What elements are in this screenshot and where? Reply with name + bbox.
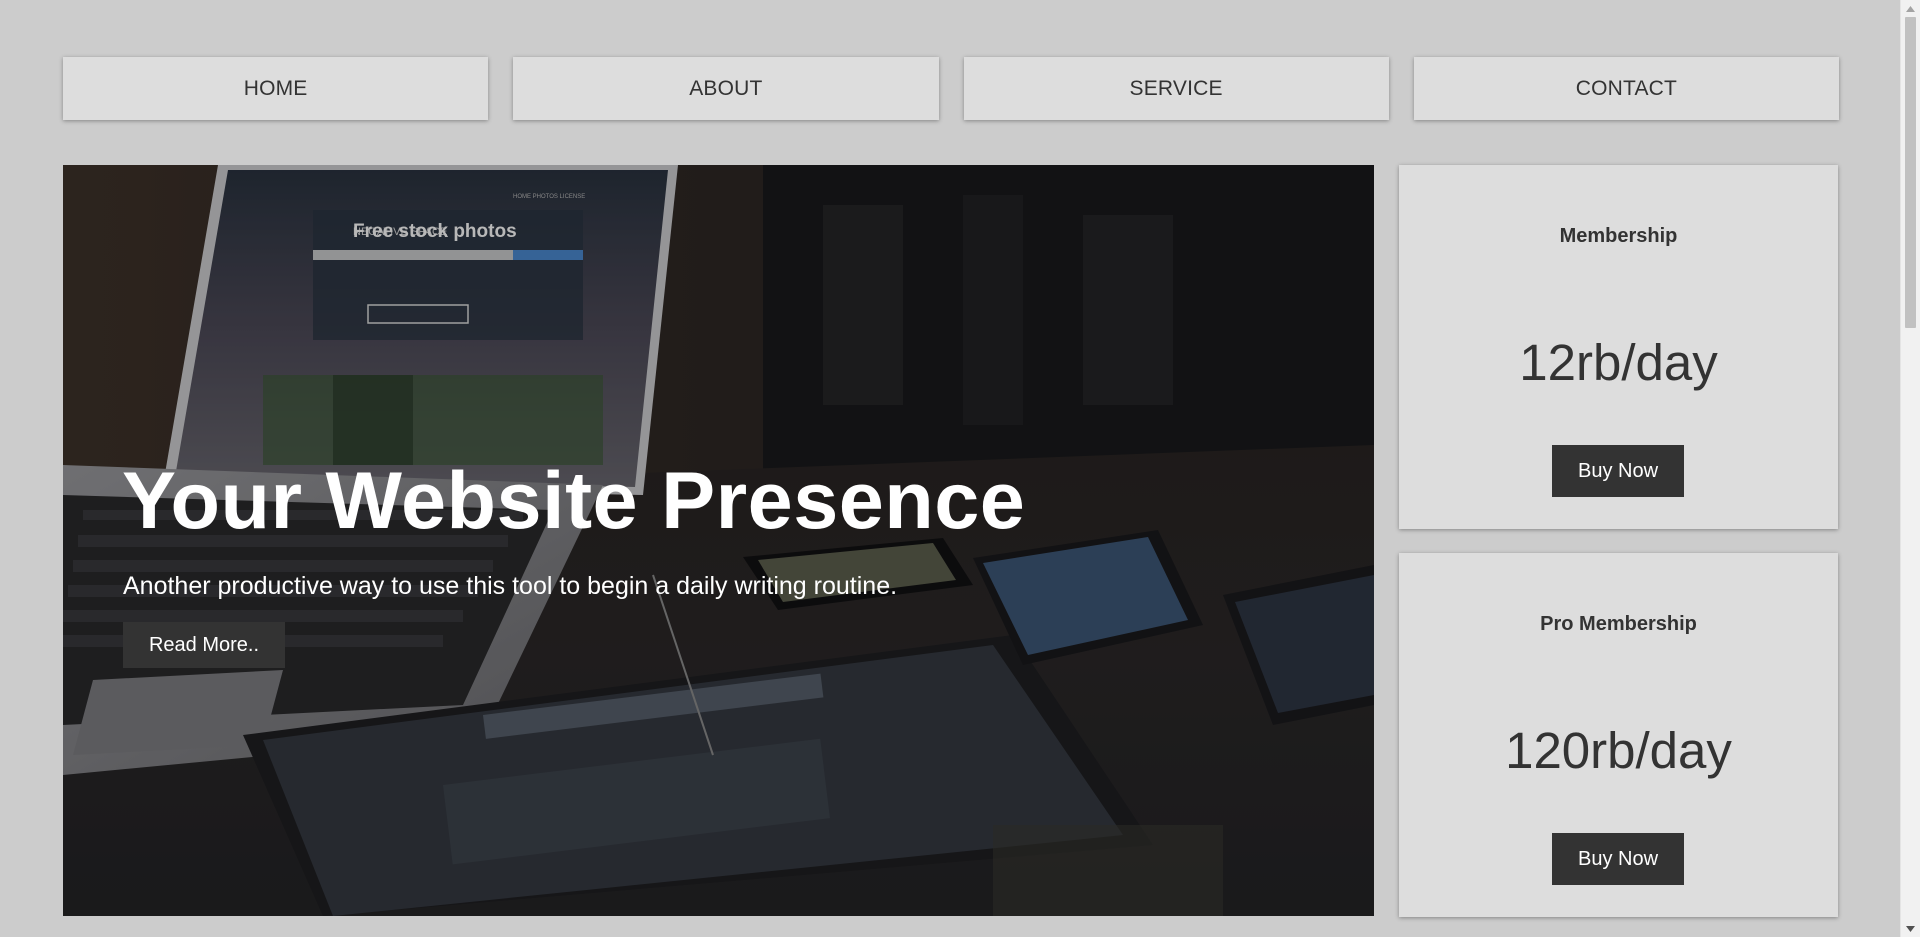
membership-card: Membership 12rb/day Buy Now: [1399, 165, 1838, 529]
hero-subtitle: Another productive way to use this tool …: [123, 572, 898, 600]
pro-membership-card: Pro Membership 120rb/day Buy Now: [1399, 553, 1838, 917]
nav-service[interactable]: SERVICE: [963, 57, 1389, 120]
pro-membership-price: 120rb/day: [1505, 722, 1732, 779]
nav-about[interactable]: ABOUT: [513, 57, 939, 120]
nav-home[interactable]: HOME: [63, 57, 489, 120]
main-nav: HOME ABOUT SERVICE CONTACT: [63, 57, 1839, 120]
read-more-button[interactable]: Read More..: [123, 622, 285, 668]
pro-membership-title: Pro Membership: [1540, 613, 1697, 635]
pro-membership-buy-button[interactable]: Buy Now: [1552, 833, 1684, 885]
membership-price: 12rb/day: [1519, 334, 1718, 391]
scroll-up-icon[interactable]: [1901, 0, 1920, 17]
nav-contact[interactable]: CONTACT: [1413, 57, 1839, 120]
hero-title: Your Website Presence: [122, 456, 1026, 546]
scrollbar-thumb[interactable]: [1905, 17, 1916, 328]
page-scrollbar[interactable]: [1900, 0, 1920, 937]
membership-buy-button[interactable]: Buy Now: [1552, 445, 1684, 497]
membership-title: Membership: [1559, 225, 1678, 247]
hero-banner: NEGATIVE SPACE HOME PHOTOS LICENSE Free …: [63, 165, 1374, 916]
scroll-down-icon[interactable]: [1901, 920, 1920, 937]
